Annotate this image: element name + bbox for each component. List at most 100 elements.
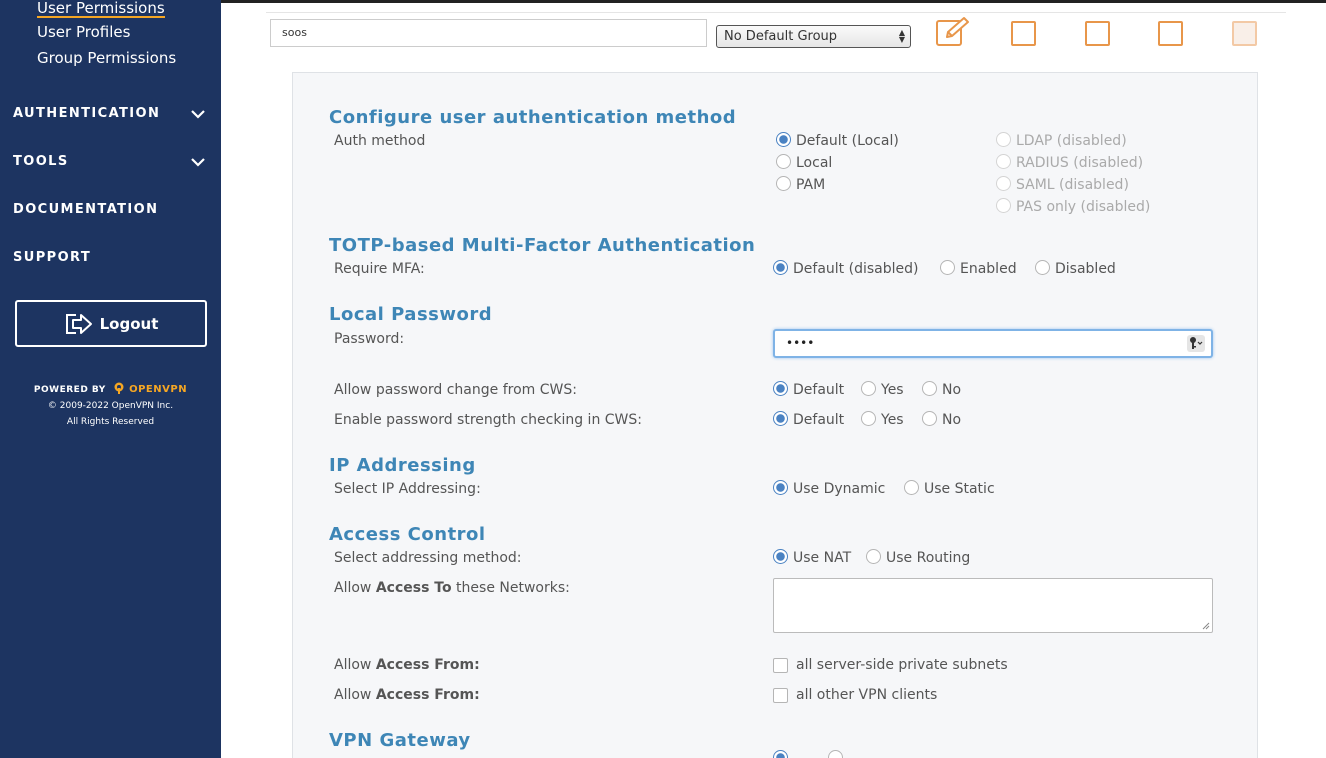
- allow-autologin-checkbox[interactable]: [1085, 21, 1110, 46]
- section-title-auth: Configure user authentication method: [329, 107, 737, 128]
- copyright: © 2009-2022 OpenVPN Inc.: [47, 401, 174, 411]
- logout-icon: [65, 313, 92, 334]
- radio-off-icon: [828, 750, 843, 758]
- radio-pwchange-yes[interactable]: Yes: [861, 380, 904, 398]
- nav-authentication-label: AUTHENTICATION: [13, 106, 161, 121]
- radio-pwchange-yes-label: Yes: [881, 382, 904, 398]
- section-title-gateway: VPN Gateway: [329, 730, 471, 751]
- radio-pwchange-default-label: Default: [793, 382, 845, 398]
- radio-disabled-icon: [996, 153, 1011, 169]
- radio-auth-local[interactable]: Local: [776, 153, 832, 171]
- radio-auth-default[interactable]: Default (Local): [776, 131, 899, 149]
- radio-pwchange-default[interactable]: Default: [773, 380, 845, 398]
- require-mfa-label: Require MFA:: [334, 261, 425, 277]
- nav-authentication[interactable]: AUTHENTICATION: [13, 106, 208, 121]
- radio-on-icon: [773, 259, 788, 275]
- section-title-password: Local Password: [329, 304, 493, 325]
- section-title-ip: IP Addressing: [329, 455, 476, 476]
- radio-pwstrength-yes[interactable]: Yes: [861, 410, 904, 428]
- nav-support[interactable]: SUPPORT: [13, 250, 208, 265]
- key-icon[interactable]: [1187, 335, 1205, 352]
- checkbox-server-subnets[interactable]: all server-side private subnets: [773, 657, 1008, 673]
- sidebar-item-user-profiles[interactable]: User Profiles: [37, 23, 130, 41]
- radio-pwstrength-no-label: No: [942, 412, 962, 428]
- radio-off-icon: [922, 380, 937, 396]
- radio-off-icon: [904, 479, 919, 495]
- radio-pwstrength-no[interactable]: No: [922, 410, 962, 428]
- radio-mfa-disabled-label: Disabled: [1055, 261, 1116, 277]
- password-strength-label: Enable password strength checking in CWS…: [334, 412, 642, 428]
- radio-off-icon: [776, 175, 791, 191]
- password-label: Password:: [334, 331, 405, 347]
- radio-on-icon: [773, 410, 788, 426]
- radio-auth-ldap: LDAP (disabled): [996, 131, 1127, 149]
- radio-on-icon: [773, 380, 788, 396]
- radio-mfa-default-label: Default (disabled): [793, 261, 919, 277]
- group-select-value: No Default Group: [724, 29, 838, 44]
- radio-ip-dynamic[interactable]: Use Dynamic: [773, 479, 885, 497]
- radio-mfa-enabled[interactable]: Enabled: [940, 259, 1017, 277]
- radio-auth-radius: RADIUS (disabled): [996, 153, 1144, 171]
- addressing-method-label: Select addressing method:: [334, 550, 522, 566]
- password-input[interactable]: ••••: [773, 329, 1213, 358]
- radio-mfa-enabled-label: Enabled: [960, 261, 1017, 277]
- radio-auth-default-label: Default (Local): [796, 133, 899, 149]
- group-select[interactable]: No Default Group ▲ ▼: [716, 25, 911, 48]
- section-title-mfa: TOTP-based Multi-Factor Authentication: [329, 235, 756, 256]
- radio-auth-saml-label: SAML (disabled): [1016, 177, 1129, 193]
- checkbox-server-subnets-label: all server-side private subnets: [796, 657, 1008, 673]
- deny-access-checkbox[interactable]: [1158, 21, 1183, 46]
- radio-auth-pam[interactable]: PAM: [776, 175, 825, 193]
- nav-documentation[interactable]: DOCUMENTATION: [13, 202, 208, 217]
- brand-name: OPENVPN: [129, 384, 188, 395]
- radio-off-icon: [940, 259, 955, 275]
- radio-on-icon: [773, 750, 788, 758]
- powered-by-label: POWERED BY: [33, 385, 106, 395]
- radio-mfa-disabled[interactable]: Disabled: [1035, 259, 1116, 277]
- resize-handle-icon[interactable]: [1202, 622, 1210, 630]
- radio-nat-label: Use NAT: [793, 550, 852, 566]
- access-from-label-1: Allow Access From:: [334, 657, 480, 673]
- radio-on-icon: [773, 548, 788, 564]
- radio-auth-pas-label: PAS only (disabled): [1016, 199, 1151, 215]
- radio-pwchange-no-label: No: [942, 382, 962, 398]
- radio-pwchange-no[interactable]: No: [922, 380, 962, 398]
- chevron-down-icon: [191, 158, 205, 167]
- radio-off-icon: [922, 410, 937, 426]
- access-from-label-2: Allow Access From:: [334, 687, 480, 703]
- radio-mfa-default[interactable]: Default (disabled): [773, 259, 919, 277]
- edit-icon[interactable]: [935, 16, 971, 48]
- logout-label: Logout: [99, 314, 159, 333]
- admin-checkbox[interactable]: [1011, 21, 1036, 46]
- nav-tools[interactable]: TOOLS: [13, 154, 208, 169]
- radio-pwstrength-yes-label: Yes: [881, 412, 904, 428]
- radio-off-icon: [866, 548, 881, 564]
- radio-disabled-icon: [996, 197, 1011, 213]
- rights-reserved: All Rights Reserved: [66, 417, 155, 427]
- password-change-label: Allow password change from CWS:: [334, 382, 577, 398]
- nav-tools-label: TOOLS: [13, 154, 69, 169]
- username-field[interactable]: soos: [270, 19, 707, 47]
- radio-pwstrength-default[interactable]: Default: [773, 410, 845, 428]
- radio-routing-label: Use Routing: [886, 550, 971, 566]
- radio-pwstrength-default-label: Default: [793, 412, 845, 428]
- radio-gateway-yes[interactable]: [773, 750, 793, 758]
- radio-gateway-no[interactable]: [828, 750, 848, 758]
- radio-off-icon: [861, 380, 876, 396]
- access-to-networks-label: Allow Access To these Networks:: [334, 580, 570, 596]
- sidebar: User Permissions User Profiles Group Per…: [0, 0, 221, 758]
- openvpn-logo-icon: [114, 382, 124, 394]
- nav-documentation-label: DOCUMENTATION: [13, 202, 159, 217]
- sidebar-item-user-permissions[interactable]: User Permissions: [37, 0, 165, 18]
- logout-button[interactable]: Logout: [15, 300, 207, 347]
- checkbox-vpn-clients[interactable]: all other VPN clients: [773, 687, 937, 703]
- radio-ip-static[interactable]: Use Static: [904, 479, 995, 497]
- sidebar-item-group-permissions[interactable]: Group Permissions: [37, 49, 176, 67]
- radio-auth-radius-label: RADIUS (disabled): [1016, 155, 1144, 171]
- radio-nat[interactable]: Use NAT: [773, 548, 852, 566]
- radio-on-icon: [776, 131, 791, 147]
- radio-ip-static-label: Use Static: [924, 481, 995, 497]
- section-title-access: Access Control: [329, 524, 486, 545]
- access-networks-textarea[interactable]: [773, 578, 1213, 633]
- radio-routing[interactable]: Use Routing: [866, 548, 971, 566]
